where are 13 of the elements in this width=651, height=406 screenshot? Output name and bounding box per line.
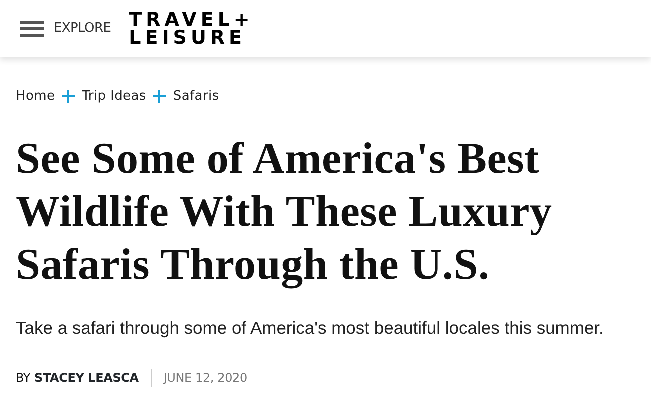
explore-label[interactable]: EXPLORE xyxy=(54,18,112,38)
site-logo[interactable]: TRAVEL+ LEISURE xyxy=(129,10,254,46)
publish-date: JUNE 12, 2020 xyxy=(150,368,248,387)
breadcrumb-link[interactable]: Safaris xyxy=(173,87,220,106)
author-link[interactable]: STACEY LEASCA xyxy=(34,368,139,387)
plus-icon xyxy=(153,90,166,104)
menu-icon[interactable] xyxy=(20,20,44,36)
breadcrumb-link[interactable]: Trip Ideas xyxy=(82,87,146,106)
byline-prefix: BY xyxy=(16,370,31,387)
plus-icon xyxy=(62,90,76,104)
article-subtitle: Take a safari through some of America's most beautiful locales this summer. xyxy=(16,316,605,340)
article-title: See Some of America's Best Wildlife With These Luxury Safaris Through the U.S. xyxy=(16,132,554,290)
breadcrumb-link[interactable]: Home xyxy=(16,87,56,106)
